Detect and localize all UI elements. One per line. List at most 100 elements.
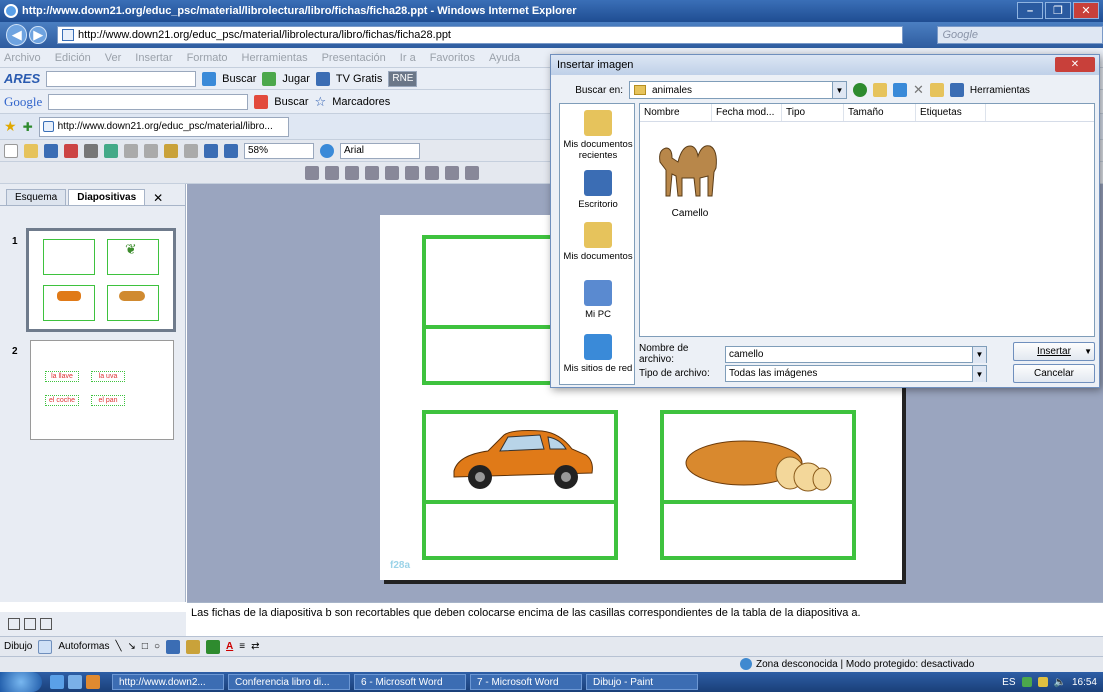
help-icon[interactable] — [320, 143, 334, 158]
look-in-select[interactable]: animales ▼ — [629, 81, 847, 99]
minimize-button[interactable]: – — [1017, 2, 1043, 19]
fill-color-icon[interactable] — [186, 639, 201, 654]
task-conferencia[interactable]: Conferencia libro di... — [228, 674, 350, 690]
tab-outline[interactable]: Esquema — [6, 189, 67, 205]
brightness-down-icon[interactable] — [405, 165, 419, 180]
chevron-down-icon[interactable]: ▼ — [832, 82, 846, 98]
tools-menu[interactable]: Herramientas — [970, 85, 1030, 96]
rectangle-icon[interactable]: □ — [142, 641, 148, 652]
save-icon[interactable] — [44, 143, 58, 158]
tab-slides[interactable]: Diapositivas — [68, 189, 146, 205]
favorites-star-icon[interactable]: ★ — [4, 118, 17, 135]
google-search-button[interactable]: Buscar — [274, 96, 308, 108]
slide1-thumbnail[interactable]: ❦ — [26, 228, 176, 332]
chevron-down-icon[interactable]: ▼ — [972, 346, 986, 363]
column-type[interactable]: Tipo — [782, 104, 844, 121]
new-folder-icon[interactable] — [929, 83, 944, 97]
desktop-quicklaunch-icon[interactable] — [68, 675, 82, 689]
line-color-icon[interactable] — [206, 639, 221, 654]
line-style-icon[interactable] — [465, 165, 479, 180]
up-folder-icon[interactable] — [873, 83, 887, 97]
language-indicator[interactable]: ES — [1002, 677, 1015, 688]
task-paint[interactable]: Dibujo - Paint — [586, 674, 698, 690]
task-word-7[interactable]: 7 - Microsoft Word — [470, 674, 582, 690]
place-network[interactable]: Mis sitios de red — [560, 334, 636, 374]
browser-tab[interactable]: http://www.down21.org/educ_psc/material/… — [38, 116, 289, 137]
place-documents[interactable]: Mis documentos — [560, 222, 636, 262]
oval-icon[interactable]: ○ — [154, 641, 160, 652]
search-input[interactable]: Google — [937, 26, 1103, 44]
insert-picture-icon[interactable] — [305, 165, 319, 180]
brightness-up-icon[interactable] — [385, 165, 399, 180]
camel-file-thumbnail[interactable] — [652, 132, 728, 202]
column-size[interactable]: Tamaño — [844, 104, 916, 121]
line-icon[interactable]: ╲ — [116, 641, 122, 652]
line-style-icon[interactable]: ≡ — [239, 641, 245, 652]
contrast-down-icon[interactable] — [365, 165, 379, 180]
delete-icon[interactable]: ✕ — [913, 82, 924, 98]
dialog-close-button[interactable]: ✕ — [1055, 57, 1095, 72]
cut-icon[interactable] — [124, 143, 138, 158]
arrow-icon[interactable]: ↘ — [128, 641, 136, 652]
menu-formato[interactable]: Formato — [187, 52, 228, 64]
menu-herramientas[interactable]: Herramientas — [242, 52, 308, 64]
permission-icon[interactable] — [64, 143, 78, 158]
zoom-select[interactable]: 58% — [244, 142, 314, 159]
close-pane-icon[interactable]: ✕ — [153, 191, 163, 205]
open-icon[interactable] — [24, 143, 38, 158]
menu-presentacion[interactable]: Presentación — [322, 52, 386, 64]
address-bar[interactable]: http://www.down21.org/educ_psc/material/… — [57, 26, 904, 44]
normal-view-icon[interactable] — [8, 618, 20, 630]
menu-ir-a[interactable]: Ir a — [400, 52, 416, 64]
media-quicklaunch-icon[interactable] — [86, 675, 100, 689]
textbox-icon[interactable] — [166, 639, 181, 654]
spelling-icon[interactable] — [104, 143, 118, 158]
ares-search-button[interactable]: Buscar — [222, 73, 256, 85]
column-date[interactable]: Fecha mod... — [712, 104, 782, 121]
autoshapes-menu[interactable]: Autoformas — [58, 641, 109, 652]
web-search-icon[interactable] — [893, 83, 907, 97]
arrow-style-icon[interactable]: ⇄ — [251, 641, 259, 652]
ares-search-input[interactable] — [46, 70, 197, 87]
slide2-thumbnail[interactable]: la llave la uva el coche el pan — [30, 340, 174, 440]
select-pointer-icon[interactable] — [38, 639, 53, 654]
ares-play-button[interactable]: Jugar — [282, 73, 310, 85]
task-ie[interactable]: http://www.down2... — [112, 674, 224, 690]
new-icon[interactable] — [4, 143, 18, 158]
maximize-button[interactable]: ❐ — [1045, 2, 1071, 19]
undo-icon[interactable] — [184, 143, 198, 158]
ares-tv-button[interactable]: TV Gratis — [336, 73, 382, 85]
draw-menu[interactable]: Dibujo — [4, 641, 32, 652]
ares-logo[interactable]: ARES — [4, 71, 40, 86]
crop-icon[interactable] — [425, 165, 439, 180]
forward-button[interactable]: ▶ — [29, 26, 48, 44]
bread-image[interactable] — [682, 437, 832, 493]
column-name[interactable]: Nombre — [640, 104, 712, 121]
views-icon[interactable] — [949, 83, 964, 97]
chevron-down-icon[interactable]: ▼ — [1084, 347, 1092, 356]
menu-archivo[interactable]: Archivo — [4, 52, 41, 64]
paste-icon[interactable] — [164, 143, 178, 158]
font-color-icon[interactable]: A — [226, 641, 233, 652]
table-icon[interactable] — [224, 143, 238, 158]
bookmarks-button[interactable]: Marcadores — [332, 96, 390, 108]
google-search-input[interactable] — [48, 93, 249, 110]
slideshow-icon[interactable] — [40, 618, 52, 630]
menu-ver[interactable]: Ver — [105, 52, 122, 64]
ares-radio-button[interactable]: RNE — [388, 70, 418, 87]
place-computer[interactable]: Mi PC — [560, 280, 636, 320]
insert-button[interactable]: Insertar ▼ — [1013, 342, 1095, 361]
menu-insertar[interactable]: Insertar — [135, 52, 172, 64]
volume-icon[interactable]: 🔈 — [1054, 677, 1066, 688]
menu-edicion[interactable]: Edición — [55, 52, 91, 64]
chevron-down-icon[interactable]: ▼ — [972, 366, 986, 382]
contrast-up-icon[interactable] — [345, 165, 359, 180]
menu-favoritos[interactable]: Favoritos — [430, 52, 475, 64]
add-favorites-icon[interactable]: ✚ — [23, 120, 33, 134]
file-name-input[interactable]: camello ▼ — [725, 345, 987, 363]
font-select[interactable]: Arial — [340, 142, 420, 159]
cancel-button[interactable]: Cancelar — [1013, 364, 1095, 383]
car-image[interactable] — [448, 427, 598, 495]
back-icon[interactable] — [853, 83, 867, 97]
close-window-button[interactable]: ✕ — [1073, 2, 1099, 19]
